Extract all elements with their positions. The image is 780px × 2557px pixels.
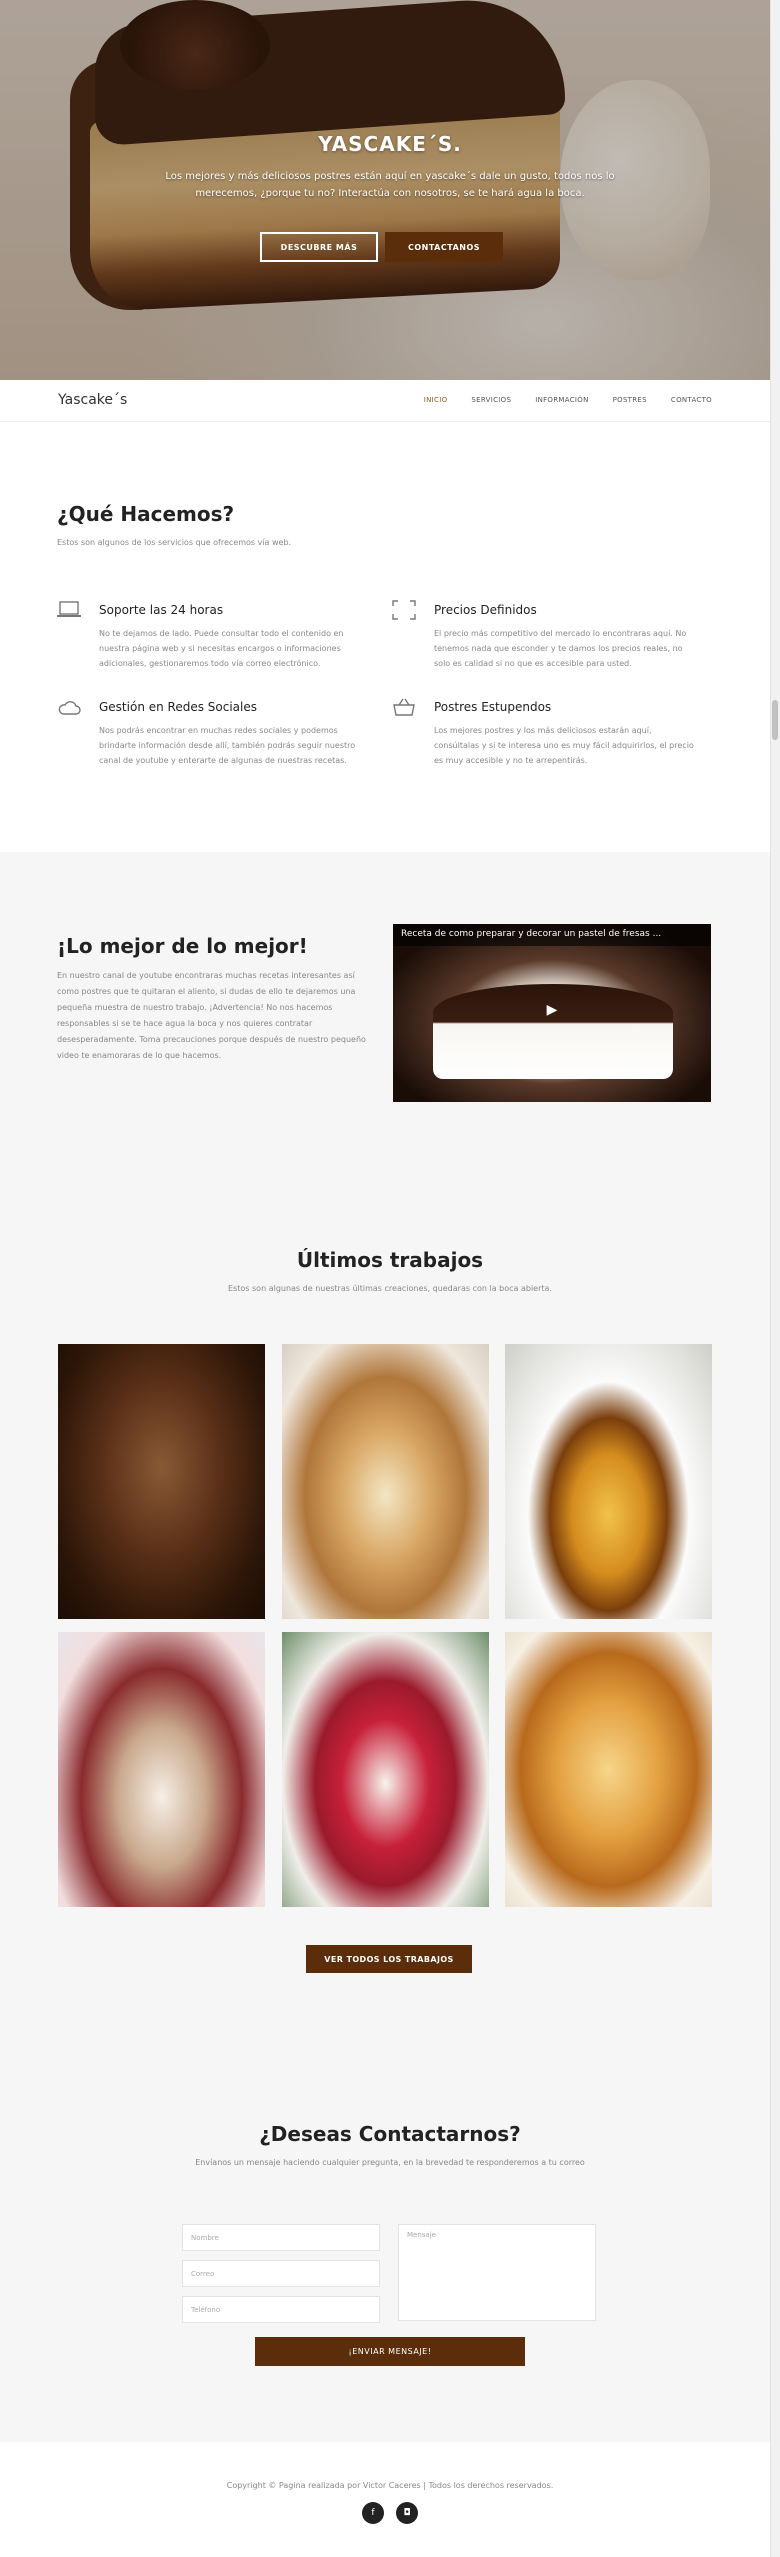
services-section: ¿Qué Hacemos? Estos son algunos de los s… xyxy=(0,422,780,852)
video-thumbnail xyxy=(433,984,673,1079)
scrollbar[interactable] xyxy=(770,0,780,2557)
hero-subtitle: Los mejores y más deliciosos postres est… xyxy=(165,171,615,199)
contact-us-button[interactable]: CONTACTANOS xyxy=(385,232,503,262)
works-subtitle: Estos son algunas de nuestras últimas cr… xyxy=(228,1284,552,1293)
cloud-icon xyxy=(57,697,81,717)
best-text: En nuestro canal de youtube encontraras … xyxy=(57,971,366,1060)
work-image-berry-cheesecake[interactable] xyxy=(282,1632,489,1907)
work-image-chocolate-cake[interactable] xyxy=(58,1344,265,1619)
footer: Copyright © Pagina realizada por Victor … xyxy=(0,2442,780,2557)
service-text: No te dejamos de lado. Puede consultar t… xyxy=(99,629,344,668)
services-title: ¿Qué Hacemos? xyxy=(57,502,235,526)
laptop-icon xyxy=(57,600,81,620)
service-title: Gestión en Redes Sociales xyxy=(99,700,257,714)
work-image-flan[interactable] xyxy=(505,1344,712,1619)
nav-item-informacion[interactable]: INFORMACIÓN xyxy=(535,396,588,404)
youtube-video[interactable]: Receta de como preparar y decorar un pas… xyxy=(393,924,711,1102)
instagram-icon[interactable]: ◘ xyxy=(396,2502,418,2524)
video-title: Receta de como preparar y decorar un pas… xyxy=(401,929,662,939)
phone-field[interactable]: Teléfono xyxy=(182,2296,380,2323)
video-title-bar: Receta de como preparar y decorar un pas… xyxy=(393,924,711,946)
brand-logo[interactable]: Yascake´s xyxy=(58,392,127,408)
service-text: El precio más competitivo del mercado lo… xyxy=(434,629,687,668)
service-text: Nos podrás encontrar en muchas redes soc… xyxy=(99,726,356,765)
service-title: Precios Definidos xyxy=(434,603,537,617)
copyright-text: Copyright © Pagina realizada por Victor … xyxy=(226,2481,554,2490)
service-title: Postres Estupendos xyxy=(434,700,552,714)
name-field[interactable]: Nombre xyxy=(182,2224,380,2251)
basket-icon xyxy=(392,697,416,717)
works-title: Últimos trabajos xyxy=(296,1248,484,1272)
play-icon[interactable]: ▶ xyxy=(538,1000,566,1020)
service-text: Los mejores postres y los más deliciosos… xyxy=(434,726,694,765)
best-title: ¡Lo mejor de lo mejor! xyxy=(57,934,308,958)
nav-item-contacto[interactable]: CONTACTO xyxy=(671,396,712,404)
nav-item-servicios[interactable]: SERVICIOS xyxy=(471,396,511,404)
work-image-cheesecake-slice[interactable] xyxy=(58,1632,265,1907)
work-image-swiss-roll[interactable] xyxy=(505,1632,712,1907)
hero-title: YASCAKE´S. xyxy=(318,132,462,156)
email-field[interactable]: Correo xyxy=(182,2260,380,2287)
service-title: Soporte las 24 horas xyxy=(99,603,224,617)
hero-section: YASCAKE´S. Los mejores y más deliciosos … xyxy=(0,0,780,380)
expand-icon xyxy=(392,600,416,620)
send-message-button[interactable]: ¡ENVIAR MENSAJE! xyxy=(255,2337,525,2366)
work-image-roll-cake[interactable] xyxy=(282,1344,489,1619)
contact-section: ¿Deseas Contactarnos? Envíanos un mensaj… xyxy=(0,2052,780,2442)
contact-title: ¿Deseas Contactarnos? xyxy=(259,2122,521,2146)
facebook-icon[interactable]: f xyxy=(362,2502,384,2524)
nav-menu: INICIO SERVICIOS INFORMACIÓN POSTRES CON… xyxy=(424,396,712,404)
view-all-works-button[interactable]: VER TODOS LOS TRABAJOS xyxy=(306,1945,472,1973)
navbar: Yascake´s INICIO SERVICIOS INFORMACIÓN P… xyxy=(0,380,780,422)
contact-subtitle: Envíanos un mensaje haciendo cualquier p… xyxy=(195,2158,585,2167)
discover-more-button[interactable]: DESCUBRE MÁS xyxy=(260,232,378,262)
scrollbar-thumb[interactable] xyxy=(772,700,778,740)
services-subtitle: Estos son algunos de los servicios que o… xyxy=(57,538,292,547)
nav-item-inicio[interactable]: INICIO xyxy=(424,396,448,404)
works-section: Últimos trabajos Estos son algunas de nu… xyxy=(0,1152,780,2052)
message-field[interactable]: Mensaje xyxy=(398,2224,596,2321)
nav-item-postres[interactable]: POSTRES xyxy=(613,396,647,404)
best-section: ¡Lo mejor de lo mejor! En nuestro canal … xyxy=(0,852,780,1152)
